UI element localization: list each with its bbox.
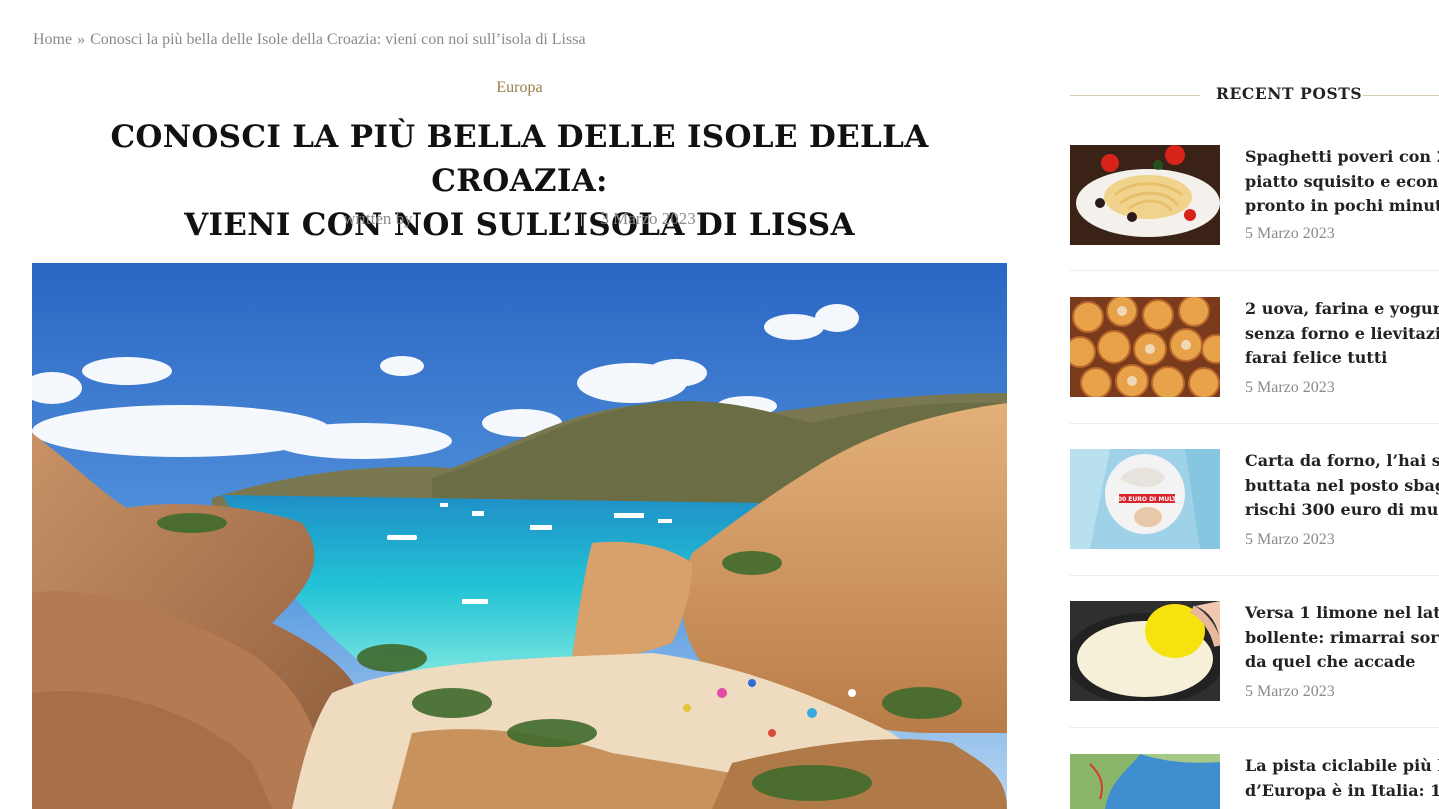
article-date: 3 Marzo 2023 [600,209,696,228]
post-title-line: da quel che accade [1245,652,1416,671]
post-title-line: Carta da forno, l’hai sen [1245,451,1439,470]
recent-post-item[interactable]: Spaghetti poveri con 2 e piatto squisito… [1070,145,1439,245]
breadcrumb-home-link[interactable]: Home [33,31,72,48]
article-category-link[interactable]: Europa [32,79,1007,97]
post-divider [1070,575,1439,576]
recent-post-item[interactable]: La pista ciclabile più lu d’Europa è in … [1070,754,1439,809]
post-thumbnail-bike-path-map[interactable] [1070,754,1220,809]
post-title-line: La pista ciclabile più lu [1245,756,1439,775]
post-title[interactable]: La pista ciclabile più lu d’Europa è in … [1245,754,1439,803]
post-title-line: d’Europa è in Italia: 131 [1245,780,1439,800]
header-rule-left [1070,95,1200,96]
post-thumbnail-baking-paper[interactable]: 300 EURO DI MULTA [1070,449,1220,549]
post-title[interactable]: 2 uova, farina e yogurt: senza forno e l… [1245,297,1439,371]
post-divider [1070,270,1439,271]
post-divider [1070,727,1439,728]
recent-post-item[interactable]: 300 EURO DI MULTA Carta da forno, l’hai … [1070,449,1439,549]
article-meta: written by 3 Marzo 2023 [32,209,1007,229]
recent-posts-title: RECENT POSTS [1216,84,1363,103]
header-rule-right [1363,95,1439,96]
recent-post-item[interactable]: Versa 1 limone nel latte bollente: rimar… [1070,601,1439,701]
post-title[interactable]: Carta da forno, l’hai sen buttata nel po… [1245,449,1439,523]
written-by-label: written by [343,209,413,228]
post-title[interactable]: Spaghetti poveri con 2 e piatto squisito… [1245,145,1439,219]
post-title-line: farai felice tutti [1245,348,1388,367]
post-title-line: buttata nel posto sbagli [1245,475,1439,495]
breadcrumb-separator: » [77,31,86,48]
hero-image [32,263,1007,809]
post-title-line: piatto squisito e econon [1245,171,1439,191]
recent-post-item[interactable]: 2 uova, farina e yogurt: senza forno e l… [1070,297,1439,397]
post-date: 5 Marzo 2023 [1245,683,1335,700]
post-thumbnail-spaghetti[interactable] [1070,145,1220,245]
recent-posts-header: RECENT POSTS [1070,84,1439,106]
post-date: 5 Marzo 2023 [1245,225,1335,242]
thumb-label: 300 EURO DI MULTA [1114,496,1181,503]
post-title-line: senza forno e lievitazio [1245,323,1439,343]
post-title[interactable]: Versa 1 limone nel latte bollente: rimar… [1245,601,1439,675]
post-title-line: pronto in pochi minuti [1245,196,1439,215]
meta-divider [581,214,583,227]
breadcrumb-current: Conosci la più bella delle Isole della C… [90,31,586,48]
post-title-line: Spaghetti poveri con 2 e [1245,147,1439,166]
post-title-line: bollente: rimarrai sorpr [1245,627,1439,647]
post-title-line: rischi 300 euro di multa [1245,500,1439,519]
breadcrumb: Home » Conosci la più bella delle Isole de… [33,31,586,49]
post-date: 5 Marzo 2023 [1245,379,1335,396]
post-divider [1070,423,1439,424]
post-title-line: 2 uova, farina e yogurt: [1245,299,1439,318]
post-thumbnail-lemon-milk[interactable] [1070,601,1220,701]
post-thumbnail-pastries[interactable] [1070,297,1220,397]
post-title-line: Versa 1 limone nel latte [1245,603,1439,622]
article-title-line1: Conosci la più bella delle Isole della C… [110,119,929,199]
post-date: 5 Marzo 2023 [1245,531,1335,548]
